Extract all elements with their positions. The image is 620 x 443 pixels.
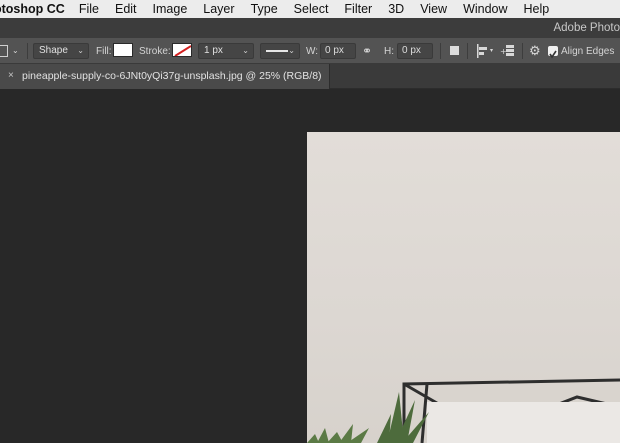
separator — [522, 43, 523, 59]
window-title: Adobe Photo — [553, 22, 620, 34]
width-label: W: — [306, 45, 319, 57]
document-tab-bar: × pineapple-supply-co-6JNt0yQi37g-unspla… — [0, 64, 620, 89]
menu-file[interactable]: File — [79, 2, 99, 16]
fill-label: Fill: — [96, 45, 112, 57]
align-edges-label: Align Edges — [561, 45, 615, 57]
chevron-down-icon[interactable]: ▾ — [490, 38, 493, 64]
separator — [27, 43, 28, 59]
window-title-bar: Adobe Photo — [0, 18, 620, 38]
close-icon[interactable]: × — [8, 70, 14, 81]
stroke-label: Stroke: — [139, 45, 171, 57]
height-input[interactable]: 0 px — [397, 43, 433, 59]
svg-text:+: + — [500, 47, 507, 56]
menu-help[interactable]: Help — [524, 2, 550, 16]
fill-color-swatch[interactable] — [113, 43, 133, 57]
gear-icon[interactable]: ⚙ — [529, 38, 541, 64]
chevron-down-icon: ⌄ — [77, 46, 84, 55]
tool-preset-icon[interactable] — [0, 45, 8, 57]
no-color-icon — [174, 45, 191, 56]
menu-3d[interactable]: 3D — [388, 2, 404, 16]
menu-view[interactable]: View — [420, 2, 447, 16]
chevron-down-icon: ⌄ — [288, 46, 295, 55]
menu-layer[interactable]: Layer — [203, 2, 234, 16]
width-input[interactable]: 0 px — [320, 43, 356, 59]
align-edges-checkbox[interactable] — [548, 46, 558, 59]
options-bar: ⌄ Shape ⌄ Fill: Stroke: 1 px ⌄ ⌄ W: 0 px… — [0, 38, 620, 64]
stroke-width-select[interactable]: 1 px ⌄ — [198, 43, 254, 59]
link-icon[interactable]: ⚭ — [362, 38, 372, 64]
shape-mode-value: Shape — [39, 45, 68, 56]
shape-mode-select[interactable]: Shape ⌄ — [33, 43, 89, 59]
menu-type[interactable]: Type — [251, 2, 278, 16]
path-alignment-icon[interactable] — [476, 44, 488, 58]
menu-bar: otoshop CC File Edit Image Layer Type Se… — [0, 0, 620, 18]
chevron-down-icon: ⌄ — [242, 46, 249, 55]
path-operations-icon[interactable] — [450, 46, 459, 55]
stroke-color-swatch[interactable] — [172, 43, 192, 57]
tool-preset-chevron-icon[interactable]: ⌄ — [12, 38, 19, 64]
path-arrangement-icon[interactable]: + — [500, 43, 516, 59]
height-label: H: — [384, 45, 394, 57]
separator — [467, 43, 468, 59]
check-icon — [549, 50, 557, 59]
menu-image[interactable]: Image — [153, 2, 188, 16]
document-tab-label: pineapple-supply-co-6JNt0yQi37g-unsplash… — [22, 70, 322, 82]
menu-app-name[interactable]: otoshop CC — [0, 2, 65, 16]
stroke-width-value: 1 px — [204, 45, 223, 56]
stroke-type-select[interactable]: ⌄ — [260, 43, 300, 59]
document-tab[interactable]: × pineapple-supply-co-6JNt0yQi37g-unspla… — [0, 64, 330, 89]
menu-select[interactable]: Select — [294, 2, 329, 16]
menu-filter[interactable]: Filter — [344, 2, 372, 16]
photo-content — [307, 378, 620, 443]
menu-window[interactable]: Window — [463, 2, 507, 16]
image-canvas[interactable] — [307, 132, 620, 443]
menu-edit[interactable]: Edit — [115, 2, 137, 16]
separator — [440, 43, 441, 59]
